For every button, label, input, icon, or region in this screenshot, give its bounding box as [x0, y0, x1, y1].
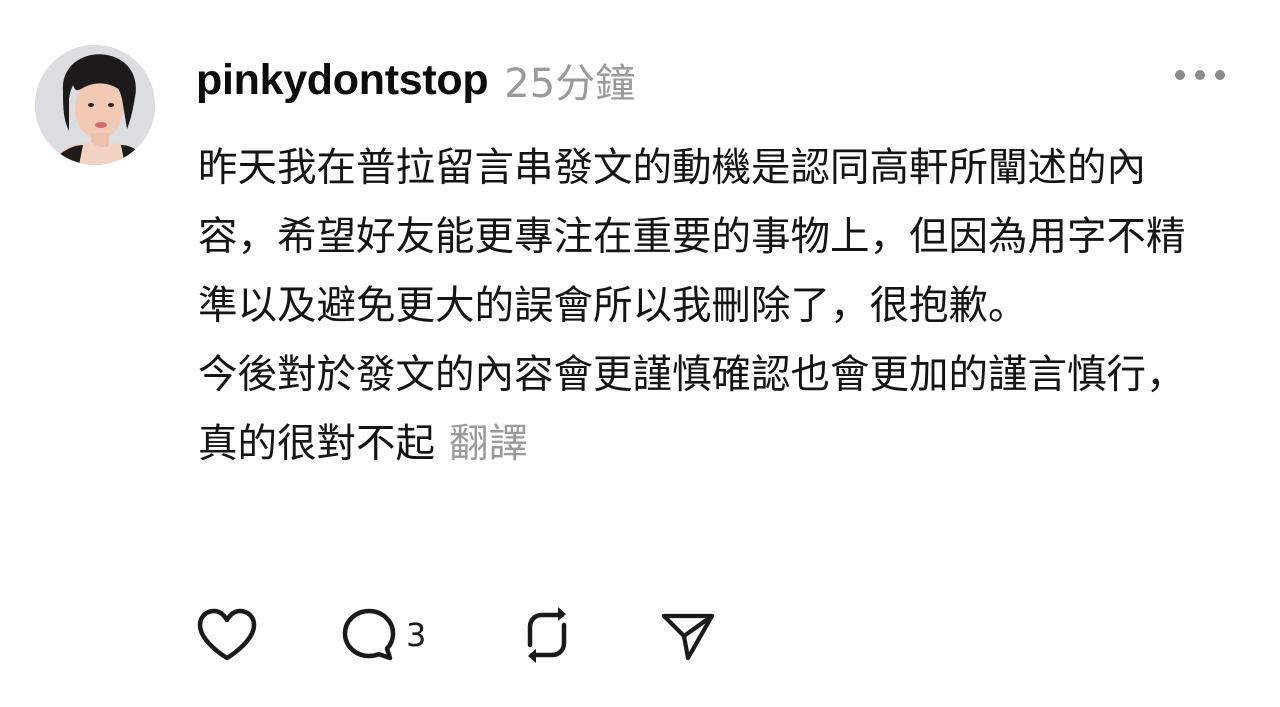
post-paragraph-text: 今後對於發文的內容會更謹慎確認也會更加的謹言慎行，真的很對不起	[198, 352, 1186, 467]
avatar-image	[35, 45, 155, 165]
reply-button[interactable]: 3	[340, 602, 450, 668]
post-body: 昨天我在普拉留言串發文的動機是認同高軒所闡述的內容，希望好友能更專注在重要的事物…	[198, 134, 1208, 479]
send-icon	[661, 613, 715, 661]
username[interactable]: pinkydontstop	[196, 56, 489, 105]
post-timestamp: 25分鐘	[504, 61, 636, 107]
repost-button[interactable]	[518, 602, 578, 668]
post-paragraph: 今後對於發文的內容會更謹慎確認也會更加的謹言慎行，真的很對不起 翻譯	[198, 341, 1208, 479]
avatar[interactable]	[35, 45, 155, 165]
heart-icon	[197, 608, 257, 661]
post-header: pinkydontstop 25分鐘	[196, 50, 635, 110]
more-dots-icon	[1175, 70, 1225, 80]
more-options-button[interactable]	[1168, 60, 1232, 90]
like-button[interactable]	[196, 602, 260, 668]
translate-link[interactable]: 翻譯	[449, 421, 528, 467]
post-paragraph: 昨天我在普拉留言串發文的動機是認同高軒所闡述的內容，希望好友能更專注在重要的事物…	[198, 145, 1186, 329]
share-button[interactable]	[660, 602, 720, 668]
reply-count: 3	[406, 616, 427, 654]
comment-bubble-icon	[342, 608, 396, 661]
thread-post: pinkydontstop 25分鐘 昨天我在普拉留言串發文的動機是認同高軒所闡…	[0, 0, 1280, 707]
repost-icon	[527, 607, 567, 663]
